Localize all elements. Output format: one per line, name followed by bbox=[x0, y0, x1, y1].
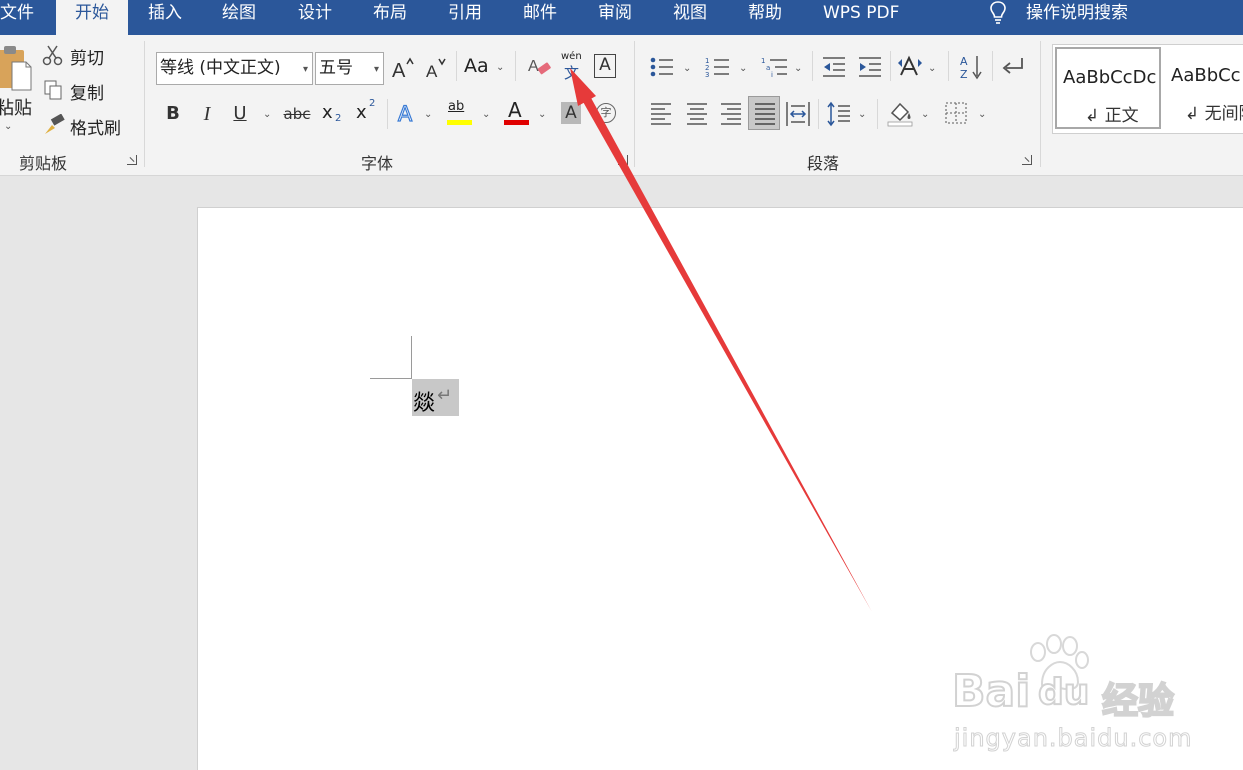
watermark-brand-a: Bai bbox=[951, 665, 1031, 718]
watermark-brand-b: du bbox=[1037, 671, 1090, 714]
watermark-url: jingyan.baidu.com bbox=[953, 724, 1193, 753]
baidu-watermark: Bai du 经验 jingyan.baidu.com bbox=[951, 634, 1242, 766]
watermark-brand-c: 经验 bbox=[1101, 680, 1175, 723]
